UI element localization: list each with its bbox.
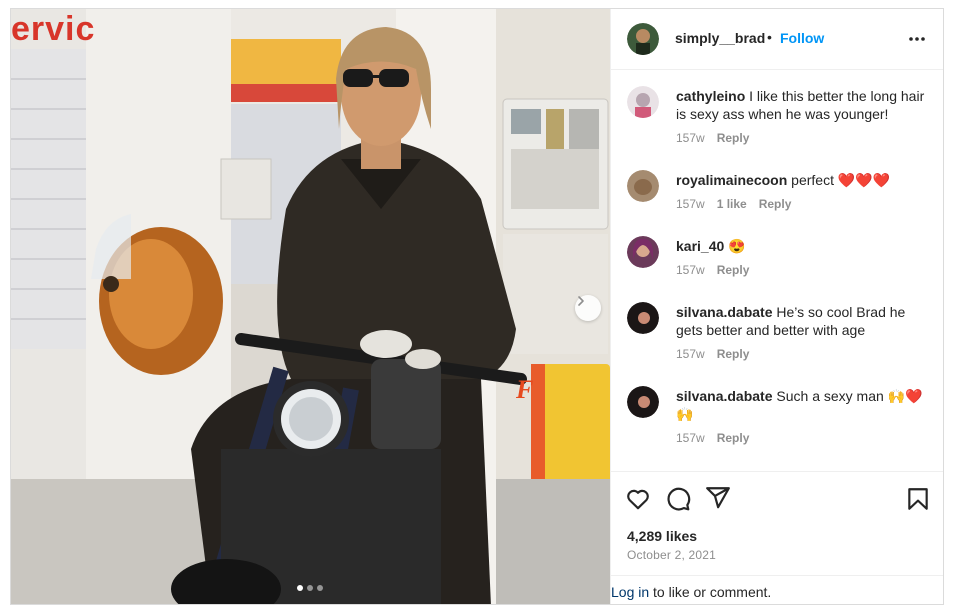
commenter-avatar-image <box>627 170 659 202</box>
post-image[interactable]: ervic F <box>11 9 610 604</box>
likes-count[interactable]: 4,289 likes <box>627 528 697 544</box>
comment-body: silvana.dabate Such a sexy man 🙌❤️🙌 <box>676 387 931 423</box>
commenter-avatar-image <box>627 302 659 334</box>
station-sign-text: ervic <box>11 10 96 48</box>
comment-bubble-icon[interactable] <box>665 486 691 512</box>
reply-button[interactable]: Reply <box>717 131 750 145</box>
commenter-avatar[interactable] <box>627 170 659 202</box>
comment-meta: 157w Reply <box>676 431 749 445</box>
shell-logo-letter: F <box>516 375 534 404</box>
author-avatar[interactable] <box>627 23 659 55</box>
reply-button[interactable]: Reply <box>717 263 750 277</box>
commenter-avatar[interactable] <box>627 386 659 418</box>
commenter-avatar[interactable] <box>627 236 659 268</box>
commenter-avatar[interactable] <box>627 86 659 118</box>
author-avatar-image <box>627 23 659 55</box>
reply-button[interactable]: Reply <box>759 197 792 211</box>
comment-username[interactable]: cathyleino <box>676 88 745 104</box>
comment-username[interactable]: silvana.dabate <box>676 304 773 320</box>
comment-item: royalimainecoon perfect ❤️❤️❤️ 157w 1 li… <box>611 162 943 222</box>
header-separator: • <box>767 29 772 45</box>
like-heart-icon[interactable] <box>625 486 651 512</box>
share-send-icon[interactable] <box>705 485 731 511</box>
chevron-right-icon <box>578 296 584 306</box>
login-prompt-text: to like or comment. <box>649 584 772 600</box>
carousel-dot <box>297 585 303 591</box>
comment-meta: 157w 1 like Reply <box>676 197 791 211</box>
comment-meta: 157w Reply <box>676 263 749 277</box>
comment-item: silvana.dabate He’s so cool Brad he gets… <box>611 294 943 372</box>
comment-time: 157w <box>676 197 705 211</box>
comment-time: 157w <box>676 431 705 445</box>
commenter-avatar[interactable] <box>627 302 659 334</box>
instagram-post: ervic F simply__brad • Follow cathyleino… <box>10 8 944 605</box>
author-username[interactable]: simply__brad <box>675 30 765 46</box>
comment-body: royalimainecoon perfect ❤️❤️❤️ <box>676 171 931 189</box>
comment-item: cathyleino I like this better the long h… <box>611 78 943 150</box>
comment-likes[interactable]: 1 like <box>717 197 747 211</box>
commenter-avatar-image <box>627 386 659 418</box>
carousel-next-button[interactable] <box>575 295 601 321</box>
comment-item: silvana.dabate Such a sexy man 🙌❤️🙌 157w… <box>611 378 943 456</box>
comment-time: 157w <box>676 263 705 277</box>
post-actions: 4,289 likes October 2, 2021 <box>611 471 943 582</box>
login-link[interactable]: Log in <box>611 584 649 600</box>
comment-meta: 157w Reply <box>676 347 749 361</box>
comment-text: perfect ❤️❤️❤️ <box>791 172 891 188</box>
post-header: simply__brad • Follow <box>611 9 943 70</box>
post-side-panel: simply__brad • Follow cathyleino I like … <box>610 9 943 604</box>
carousel-indicator <box>297 585 323 591</box>
comment-time: 157w <box>676 131 705 145</box>
commenter-avatar-image <box>627 236 659 268</box>
comment-username[interactable]: silvana.dabate <box>676 388 773 404</box>
commenter-avatar-image <box>627 86 659 118</box>
more-options-icon[interactable] <box>907 29 927 49</box>
comment-meta: 157w Reply <box>676 131 749 145</box>
comments-list: cathyleino I like this better the long h… <box>611 70 943 470</box>
carousel-dot <box>317 585 323 591</box>
comment-username[interactable]: royalimainecoon <box>676 172 787 188</box>
photo-illustration <box>11 9 610 604</box>
follow-button[interactable]: Follow <box>780 30 824 46</box>
comment-text: 😍 <box>728 238 746 254</box>
comment-body: kari_40 😍 <box>676 237 931 255</box>
comment-item: kari_40 😍 157w Reply <box>611 228 943 288</box>
comment-username[interactable]: kari_40 <box>676 238 724 254</box>
reply-button[interactable]: Reply <box>717 347 750 361</box>
reply-button[interactable]: Reply <box>717 431 750 445</box>
login-prompt: Log in to like or comment. <box>611 575 943 604</box>
save-bookmark-icon[interactable] <box>905 486 931 512</box>
comment-body: cathyleino I like this better the long h… <box>676 87 931 123</box>
comment-time: 157w <box>676 347 705 361</box>
carousel-dot <box>307 585 313 591</box>
post-date: October 2, 2021 <box>627 548 717 562</box>
comment-body: silvana.dabate He’s so cool Brad he gets… <box>676 303 931 339</box>
